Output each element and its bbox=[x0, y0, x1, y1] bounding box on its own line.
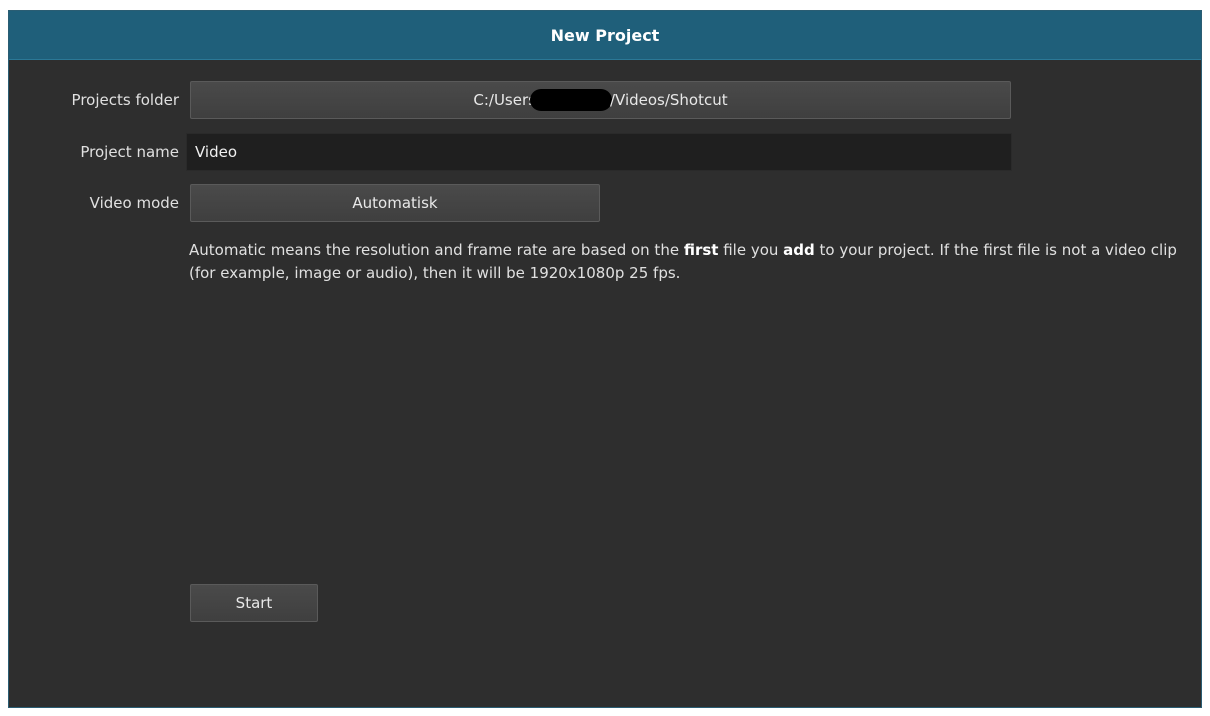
video-mode-label: Video mode bbox=[89, 194, 179, 212]
video-mode-button[interactable]: Automatisk bbox=[190, 184, 600, 222]
description-part1: Automatic means the resolution and frame… bbox=[189, 241, 684, 259]
projects-folder-path: C:/Users /Videos/Shotcut bbox=[473, 89, 728, 111]
folder-path-prefix: C:/Users bbox=[473, 91, 536, 109]
video-mode-value: Automatisk bbox=[352, 194, 438, 212]
start-button-label: Start bbox=[235, 594, 273, 612]
folder-path-suffix: /Videos/Shotcut bbox=[609, 91, 728, 109]
projects-folder-button[interactable]: C:/Users /Videos/Shotcut bbox=[190, 81, 1011, 119]
title-bar: New Project bbox=[9, 11, 1201, 60]
project-name-label: Project name bbox=[80, 143, 179, 161]
video-mode-description: Automatic means the resolution and frame… bbox=[189, 239, 1194, 285]
new-project-panel: New Project Projects folder C:/Users /Vi… bbox=[8, 10, 1202, 708]
project-name-input[interactable] bbox=[186, 133, 1012, 171]
projects-folder-label: Projects folder bbox=[71, 91, 179, 109]
dialog-title: New Project bbox=[550, 25, 660, 45]
description-part2: file you bbox=[718, 241, 784, 259]
start-button[interactable]: Start bbox=[190, 584, 318, 622]
redacted-username bbox=[529, 89, 612, 111]
description-bold-first: first bbox=[683, 241, 719, 259]
description-bold-add: add bbox=[783, 241, 815, 259]
